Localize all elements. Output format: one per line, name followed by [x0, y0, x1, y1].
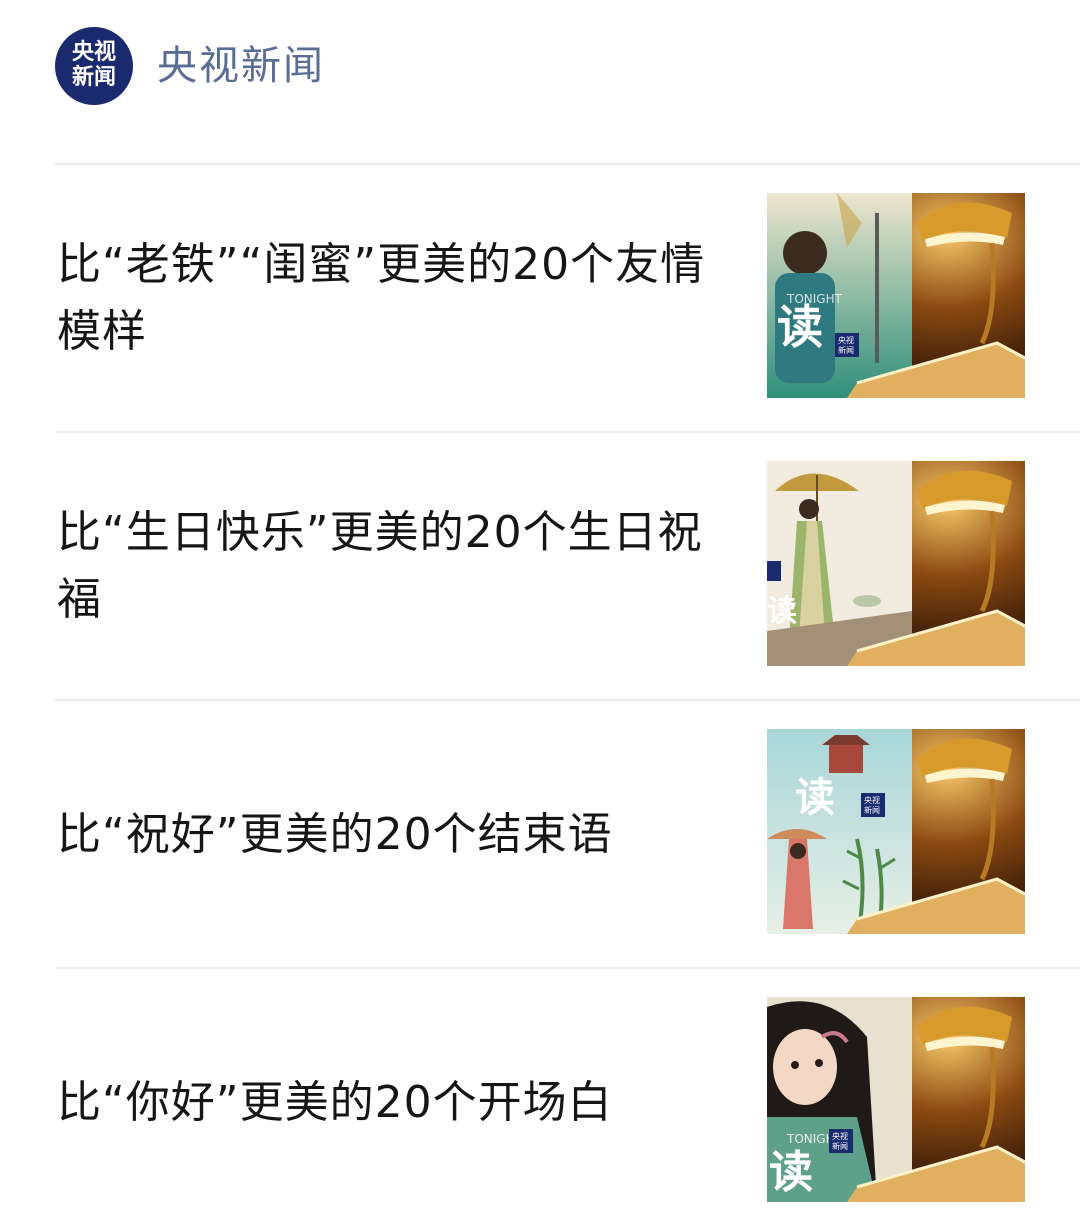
svg-text:央视: 央视 [838, 335, 854, 345]
article-item[interactable]: 比“生日快乐”更美的20个生日祝福 读 [55, 431, 1080, 699]
thumbnail-image: 读 [767, 461, 1025, 666]
svg-text:新闻: 新闻 [832, 1141, 848, 1151]
article-thumbnail[interactable]: 读 [767, 461, 1025, 666]
svg-text:央视: 央视 [832, 1131, 848, 1141]
thumb-text: TONIGHT [786, 292, 843, 306]
svg-text:新闻: 新闻 [864, 805, 880, 815]
thumb-caption: 读 [767, 594, 797, 629]
thumbnail-image: 读 TONIGHT 央视 新闻 [767, 997, 1025, 1202]
account-logo[interactable]: 央视 新闻 [55, 27, 133, 105]
article-list-page: 央视 新闻 央视新闻 比“老铁”“闺蜜”更美的20个友情模样 读 TONIGHT… [0, 0, 1080, 1224]
article-thumbnail[interactable]: 读 TONIGHT 央视 新闻 [767, 997, 1025, 1202]
article-list: 比“老铁”“闺蜜”更美的20个友情模样 读 TONIGHT 央视 新闻 比“生日… [55, 163, 1080, 1224]
account-header[interactable]: 央视 新闻 央视新闻 [0, 0, 1080, 165]
thumb-caption: 读 [769, 1147, 813, 1198]
thumb-caption: 读 [777, 300, 823, 354]
article-title[interactable]: 比“你好”更美的20个开场白 [57, 1069, 707, 1136]
article-title[interactable]: 比“祝好”更美的20个结束语 [57, 801, 707, 868]
article-item[interactable]: 比“祝好”更美的20个结束语 读 央视 新闻 [55, 699, 1080, 967]
article-thumbnail[interactable]: 读 央视 新闻 [767, 729, 1025, 934]
article-thumbnail[interactable]: 读 TONIGHT 央视 新闻 [767, 193, 1025, 398]
thumbnail-image: 读 TONIGHT 央视 新闻 [767, 193, 1025, 398]
article-title[interactable]: 比“生日快乐”更美的20个生日祝福 [57, 499, 707, 633]
thumbnail-image: 读 央视 新闻 [767, 729, 1025, 934]
svg-text:央视: 央视 [864, 795, 880, 805]
thumb-caption: 读 [795, 775, 835, 821]
logo-line-2: 新闻 [71, 65, 116, 90]
account-name[interactable]: 央视新闻 [157, 38, 325, 94]
article-item[interactable]: 比“你好”更美的20个开场白 读 TONIGHT 央视 新闻 [55, 967, 1080, 1224]
logo-line-1: 央视 [71, 40, 116, 65]
svg-text:新闻: 新闻 [838, 345, 854, 355]
article-item[interactable]: 比“老铁”“闺蜜”更美的20个友情模样 读 TONIGHT 央视 新闻 [55, 163, 1080, 431]
article-title[interactable]: 比“老铁”“闺蜜”更美的20个友情模样 [57, 231, 707, 365]
